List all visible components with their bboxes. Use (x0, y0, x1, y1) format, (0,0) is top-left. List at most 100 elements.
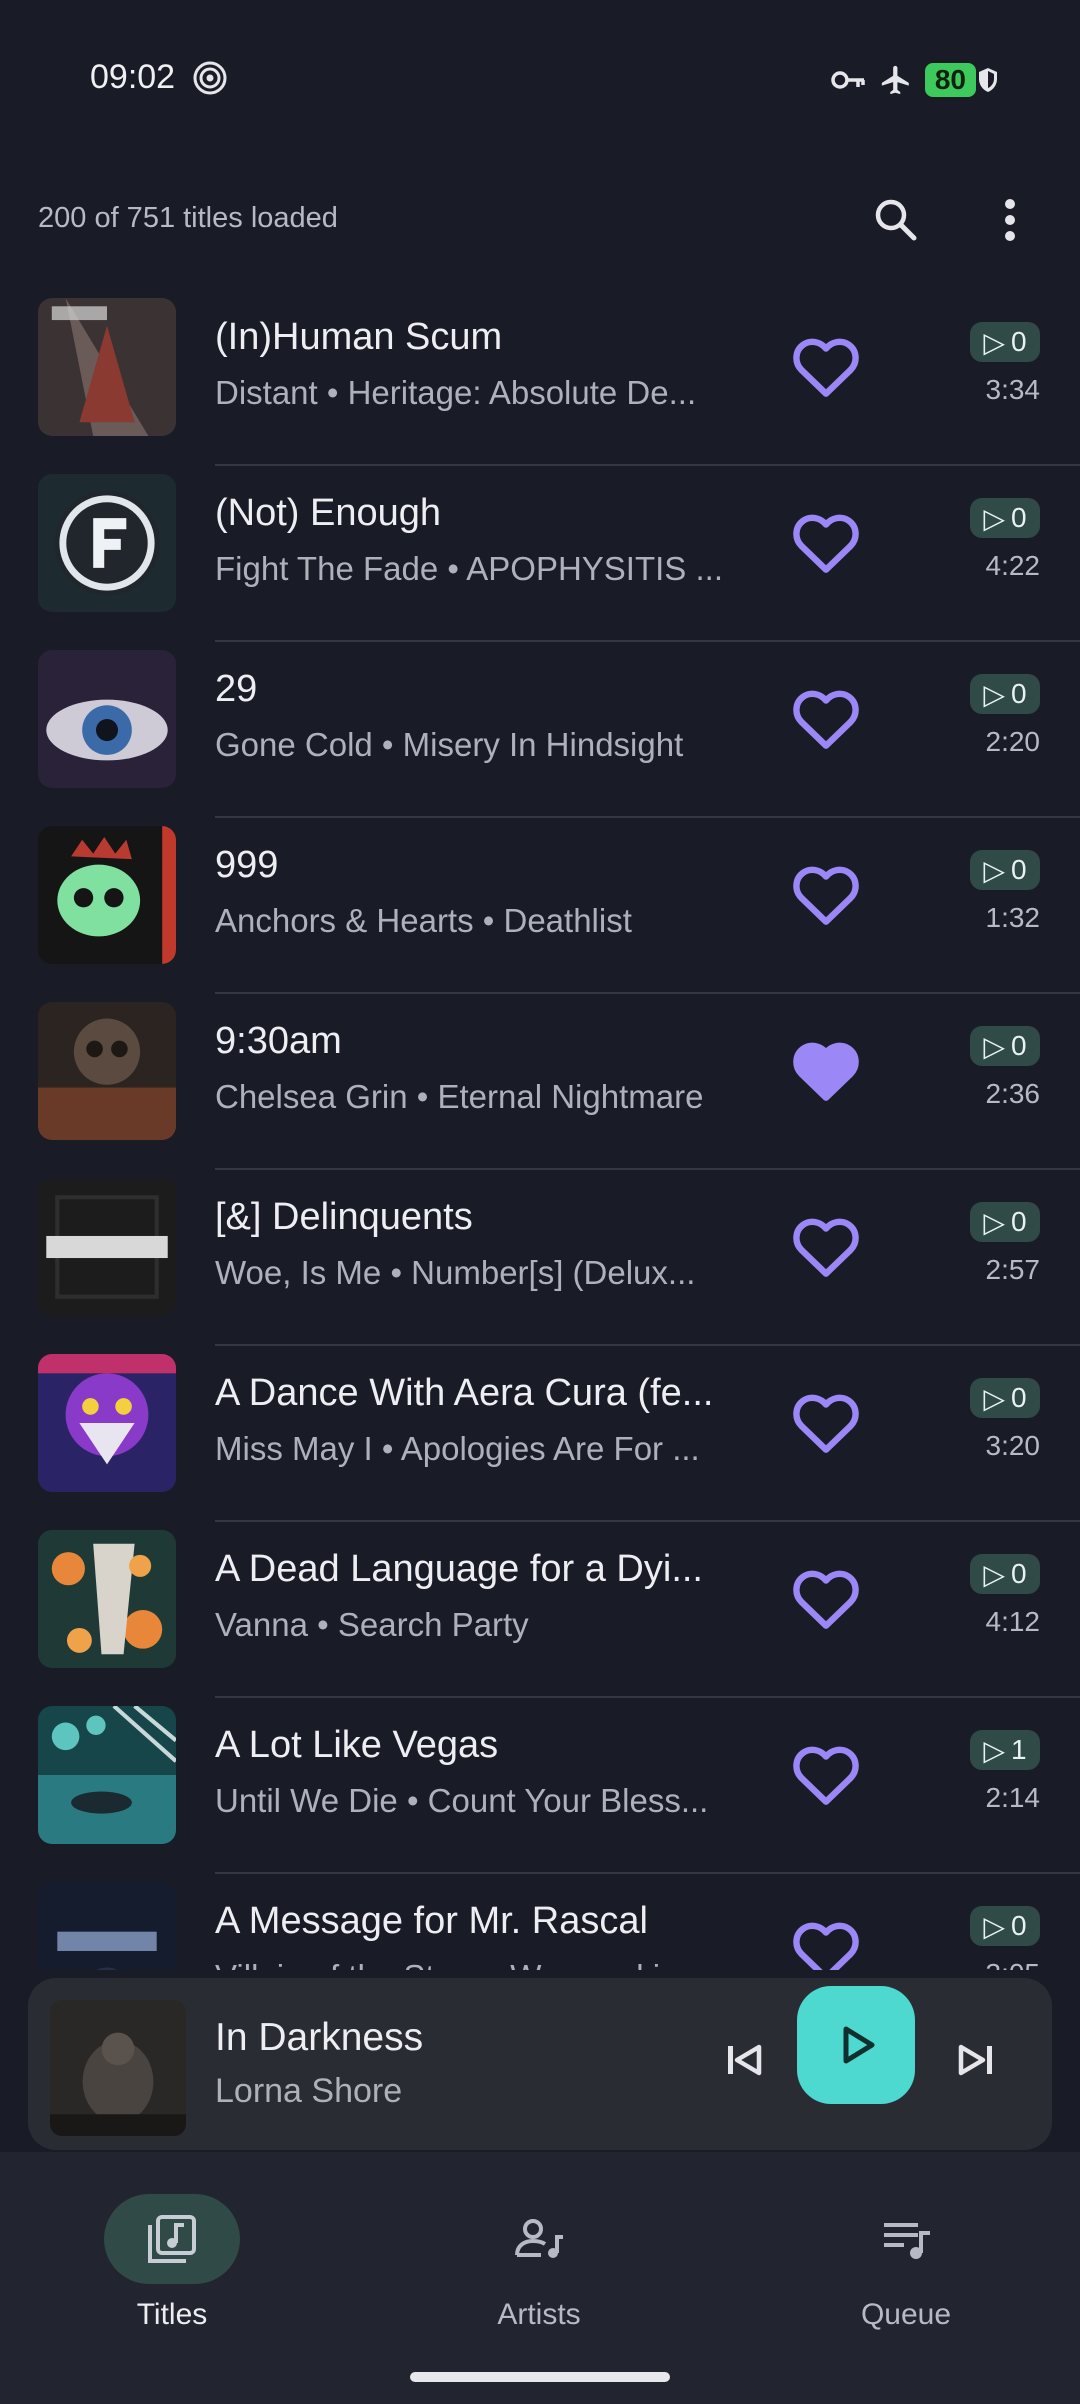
album-cover (38, 298, 176, 436)
more-options-icon[interactable] (982, 192, 1038, 248)
album-cover (38, 826, 176, 964)
airplane-mode-icon (881, 65, 909, 95)
play-count-icon: ▷ (983, 1910, 1005, 1942)
play-button[interactable] (797, 1986, 915, 2104)
play-count-chip: ▷ 0 (970, 498, 1040, 538)
heart-outline-icon[interactable] (790, 1742, 862, 1806)
heart-outline-icon[interactable] (790, 1390, 862, 1454)
play-count-icon: ▷ (983, 1734, 1005, 1766)
track-artist-album: Miss May I • Apologies Are For ... (215, 1430, 700, 1467)
heart-outline-icon[interactable] (790, 1918, 862, 1970)
nav-artists[interactable]: Artists (389, 2172, 689, 2342)
track-duration: 2:57 (985, 1254, 1041, 1285)
now-playing-artist: Lorna Shore (215, 2072, 403, 2110)
track-artist-album: Fight The Fade • APOPHYSITIS ... (215, 550, 723, 587)
album-cover (38, 1706, 176, 1844)
nav-queue-label: Queue (860, 2298, 952, 2331)
play-count-chip: ▷ 0 (970, 850, 1040, 890)
play-count-chip: ▷ 0 (970, 674, 1040, 714)
heart-outline-icon[interactable] (790, 1214, 862, 1278)
play-count-chip: ▷ 0 (970, 1906, 1040, 1946)
mini-player[interactable]: In Darkness Lorna Shore (28, 1978, 1052, 2150)
play-count: 0 (1010, 1030, 1027, 1061)
play-count-chip: ▷ 0 (970, 1202, 1040, 1242)
status-bar: 09:02 80 (0, 0, 1080, 160)
nav-icon-holder (471, 2194, 607, 2284)
heart-outline-icon[interactable] (790, 510, 862, 574)
track-title: (Not) Enough (215, 492, 442, 534)
track-title: [&] Delinquents (215, 1196, 473, 1238)
track-duration: 4:22 (985, 550, 1041, 581)
search-icon[interactable] (868, 192, 924, 248)
track-row[interactable]: (In)Human Scum Distant • Heritage: Absol… (0, 290, 1080, 466)
play-count: 0 (1010, 1382, 1027, 1413)
track-row[interactable]: 9:30am Chelsea Grin • Eternal Nightmare … (0, 994, 1080, 1170)
heart-outline-icon[interactable] (790, 334, 862, 398)
play-count-icon: ▷ (983, 1382, 1005, 1414)
play-count-chip: ▷ 0 (970, 1554, 1040, 1594)
track-artist-album: Vanna • Search Party (215, 1606, 529, 1643)
nav-titles[interactable]: Titles (22, 2172, 322, 2342)
list-header: 200 of 751 titles loaded (0, 180, 1080, 260)
nav-titles-label: Titles (136, 2298, 208, 2331)
track-row[interactable]: (Not) Enough Fight The Fade • APOPHYSITI… (0, 466, 1080, 642)
track-artist-album: Anchors & Hearts • Deathlist (215, 902, 632, 939)
status-time: 09:02 (90, 58, 176, 96)
play-count: 0 (1010, 1910, 1027, 1941)
track-duration: 4:12 (985, 1606, 1041, 1637)
skip-previous-icon[interactable] (714, 2030, 774, 2090)
nav-icon-holder (838, 2194, 974, 2284)
track-title: 29 (215, 668, 258, 710)
track-title: A Message for Mr. Rascal (215, 1900, 648, 1942)
play-icon (843, 2026, 875, 2064)
bottom-navigation: Titles Artists Queue (0, 2152, 1080, 2404)
album-cover (38, 474, 176, 612)
track-row[interactable]: A Lot Like Vegas Until We Die • Count Yo… (0, 1698, 1080, 1874)
track-list[interactable]: (In)Human Scum Distant • Heritage: Absol… (0, 290, 1080, 1970)
skip-next-icon[interactable] (946, 2030, 1006, 2090)
track-artist-album: Distant • Heritage: Absolute De... (215, 374, 697, 411)
track-row[interactable]: 999 Anchors & Hearts • Deathlist ▷ 0 1:32 (0, 818, 1080, 994)
now-playing-title: In Darkness (215, 2016, 424, 2059)
track-row[interactable]: 29 Gone Cold • Misery In Hindsight ▷ 0 2:… (0, 642, 1080, 818)
play-count: 0 (1010, 1206, 1027, 1237)
track-artist-album: Chelsea Grin • Eternal Nightmare (215, 1078, 704, 1115)
gesture-home-bar[interactable] (410, 2372, 670, 2382)
track-row[interactable]: A Dead Language for a Dyi... Vanna • Sea… (0, 1522, 1080, 1698)
track-row[interactable]: A Message for Mr. Rascal Villain of the … (0, 1874, 1080, 1970)
track-duration: 3:20 (985, 1430, 1041, 1461)
album-cover (38, 1002, 176, 1140)
play-count-icon: ▷ (983, 502, 1005, 534)
play-count-icon: ▷ (983, 678, 1005, 710)
album-cover (38, 1178, 176, 1316)
album-cover (38, 1354, 176, 1492)
track-title: (In)Human Scum (215, 316, 503, 358)
nav-active-indicator (104, 2194, 240, 2284)
track-artist-album: Gone Cold • Misery In Hindsight (215, 726, 684, 763)
track-title: A Lot Like Vegas (215, 1724, 499, 1766)
vpn-key-icon (831, 71, 865, 89)
heart-outline-icon[interactable] (790, 686, 862, 750)
track-duration: 1:32 (985, 902, 1041, 933)
track-row[interactable]: [&] Delinquents Woe, Is Me • Number[s] (… (0, 1170, 1080, 1346)
track-row[interactable]: A Dance With Aera Cura (fe... Miss May I… (0, 1346, 1080, 1522)
heart-filled-icon[interactable] (790, 1038, 862, 1102)
play-count-icon: ▷ (983, 854, 1005, 886)
track-title: A Dance With Aera Cura (fe... (215, 1372, 714, 1414)
focus-mode-icon (193, 61, 227, 95)
heart-outline-icon[interactable] (790, 862, 862, 926)
artist-icon (515, 2219, 563, 2258)
track-title: 9:30am (215, 1020, 342, 1062)
play-count-icon: ▷ (983, 1206, 1005, 1238)
track-artist-album: Until We Die • Count Your Bless... (215, 1782, 709, 1819)
battery-indicator: 80 (924, 63, 976, 97)
nav-artists-label: Artists (497, 2298, 581, 2331)
play-count: 0 (1010, 326, 1027, 357)
play-count-chip: ▷ 0 (970, 1378, 1040, 1418)
track-duration: 3:05 (940, 1958, 1041, 1970)
nav-queue[interactable]: Queue (756, 2172, 1056, 2342)
play-count: 0 (1010, 502, 1027, 533)
heart-outline-icon[interactable] (790, 1566, 862, 1630)
album-cover (38, 650, 176, 788)
play-count: 0 (1010, 854, 1027, 885)
